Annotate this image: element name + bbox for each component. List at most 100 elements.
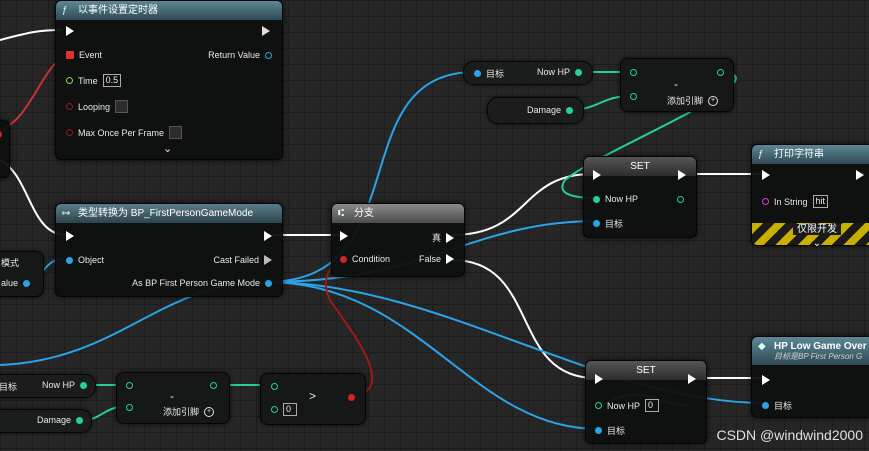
cast-exec-in[interactable]: [66, 231, 74, 241]
watermark: CSDN @windwind2000: [716, 427, 863, 443]
branch-header[interactable]: ⑆ 分支: [332, 204, 464, 223]
print-string-node[interactable]: ƒ 打印字符串 In String hit 仅限开发 ⌄: [751, 144, 869, 249]
condition-pin[interactable]: Condition: [340, 254, 390, 264]
add-pin-button-bottom[interactable]: 添加引脚 +: [163, 405, 215, 418]
print-header[interactable]: ƒ 打印字符串: [752, 145, 869, 164]
get-nowhp-pin[interactable]: Now HP: [537, 67, 582, 77]
hp-low-subtitle: 目标是BP First Person G: [774, 352, 863, 361]
sub-a-pin-icon[interactable]: [630, 69, 637, 76]
get-damage-node[interactable]: Damage: [487, 97, 584, 124]
set-bottom-nowhp-pin[interactable]: Now HP 0: [595, 399, 660, 412]
set-bottom-exec-out[interactable]: [688, 374, 696, 384]
set-timer-header[interactable]: ƒ 以事件设置定时器: [56, 1, 282, 20]
sub-out-pin-icon[interactable]: [210, 382, 217, 389]
condition-label: Condition: [352, 254, 391, 264]
branch-false-pin[interactable]: False: [419, 254, 454, 264]
exec-out-pin[interactable]: [262, 26, 270, 36]
cast-exec-out[interactable]: [264, 231, 272, 241]
set-top-out-icon[interactable]: [677, 196, 684, 203]
return-value-pin-icon: [265, 51, 272, 59]
subtract-symbol: -: [170, 389, 174, 403]
time-pin[interactable]: Time 0.5: [66, 74, 122, 87]
add-pin-button-top[interactable]: 添加引脚 +: [667, 94, 719, 107]
looping-label: Looping: [78, 101, 111, 112]
max-once-pin[interactable]: Max Once Per Frame: [66, 126, 183, 139]
sub-b-pin-icon[interactable]: [126, 404, 133, 411]
compare-b-pin[interactable]: 0: [271, 403, 297, 416]
hp-low-header[interactable]: ◆ HP Low Game Over 目标是BP First Person G: [752, 337, 869, 365]
event-pin[interactable]: Event: [66, 50, 102, 60]
set-nowhp-node-bottom[interactable]: SET Now HP 0 目标: [585, 360, 707, 444]
exec-arrow-icon: [678, 170, 686, 180]
event-label: Event: [79, 50, 103, 60]
time-pin-icon: [66, 77, 73, 84]
set-bottom-nowhp-input[interactable]: 0: [645, 399, 660, 412]
get-target-pin[interactable]: 目标: [474, 67, 504, 80]
left-target-pin[interactable]: 目标: [0, 380, 17, 393]
hp-low-target-pin[interactable]: 目标: [762, 399, 792, 412]
return-value-pin[interactable]: Return Value: [208, 50, 272, 60]
in-string-input[interactable]: hit: [812, 195, 829, 208]
set-bottom-target-icon: [595, 427, 602, 434]
print-title: 打印字符串: [774, 149, 824, 160]
set-top-nowhp-icon: [593, 195, 600, 203]
set-top-target-pin[interactable]: 目标: [593, 217, 623, 230]
expand-chevron-icon[interactable]: ⌄: [813, 238, 821, 249]
print-exec-in[interactable]: [762, 170, 770, 180]
as-game-mode-label: As BP First Person Game Mode: [132, 278, 260, 288]
max-once-checkbox[interactable]: [169, 126, 183, 139]
hp-low-game-over-node[interactable]: ◆ HP Low Game Over 目标是BP First Person G …: [751, 336, 869, 418]
cast-node[interactable]: ↦ 类型转换为 BP_FirstPersonGameMode Object Ca…: [55, 203, 283, 297]
true-label: 真: [431, 233, 441, 243]
as-game-mode-pin[interactable]: As BP First Person Game Mode: [132, 278, 272, 288]
set-nowhp-node-top[interactable]: SET Now HP 目标: [583, 156, 697, 238]
print-exec-out[interactable]: [856, 170, 864, 180]
subtract-node-top[interactable]: - 添加引脚 +: [620, 58, 734, 112]
set-bottom-exec-in[interactable]: [595, 374, 603, 384]
get-nowhp-node[interactable]: 目标 Now HP: [463, 61, 593, 85]
left-damage-node[interactable]: Damage: [0, 409, 92, 433]
get-damage-pin[interactable]: Damage: [527, 105, 573, 115]
set-top-exec-in[interactable]: [593, 170, 601, 180]
set-bottom-target-pin[interactable]: 目标: [595, 424, 625, 437]
branch-title: 分支: [354, 208, 374, 219]
looping-checkbox[interactable]: [115, 100, 129, 113]
set-timer-by-event-node[interactable]: ƒ 以事件设置定时器 Event Return Value Time 0.5 L…: [55, 0, 283, 160]
exec-arrow-icon: [762, 170, 770, 180]
greater-than-node[interactable]: 0 >: [260, 373, 366, 425]
in-string-pin[interactable]: In String hit: [762, 195, 829, 208]
compare-out-pin-icon[interactable]: [348, 394, 355, 401]
sub-b-pin-icon[interactable]: [630, 93, 637, 100]
looping-pin[interactable]: Looping: [66, 100, 129, 113]
set-top-exec-out[interactable]: [678, 170, 686, 180]
left-nowhp-pin[interactable]: Now HP: [42, 380, 87, 390]
left-get-nowhp-node[interactable]: 目标 Now HP: [0, 374, 96, 398]
hp-low-exec-in[interactable]: [762, 375, 770, 385]
hp-low-target-icon: [762, 402, 769, 409]
set-top-nowhp-pin[interactable]: Now HP: [593, 194, 638, 204]
branch-true-pin[interactable]: 真: [432, 231, 454, 244]
time-input[interactable]: 0.5: [102, 74, 122, 87]
function-icon: ƒ: [62, 5, 68, 16]
left-mode-node[interactable]: 模式 alue: [0, 251, 44, 297]
compare-value-input[interactable]: 0: [283, 403, 297, 416]
left-damage-pin[interactable]: Damage: [37, 415, 83, 425]
left-red-stub[interactable]: [0, 120, 10, 178]
value-pin[interactable]: alue: [1, 278, 31, 288]
looping-pin-icon: [66, 103, 73, 110]
exec-wire-false-set: [451, 259, 596, 379]
branch-exec-in[interactable]: [340, 231, 348, 241]
compare-a-pin-icon[interactable]: [271, 383, 278, 390]
sub-a-pin-icon[interactable]: [126, 382, 133, 389]
cast-icon: ↦: [62, 208, 71, 219]
branch-node[interactable]: ⑆ 分支 真 Condition False: [331, 203, 465, 277]
add-circle-icon: +: [204, 406, 215, 417]
sub-out-pin-icon[interactable]: [717, 69, 724, 76]
exec-arrow-icon: [264, 231, 272, 241]
cast-header[interactable]: ↦ 类型转换为 BP_FirstPersonGameMode: [56, 204, 282, 223]
exec-in-pin[interactable]: [66, 26, 74, 36]
cast-failed-pin[interactable]: Cast Failed: [213, 255, 272, 265]
object-pin[interactable]: Object: [66, 255, 104, 265]
expand-chevron-icon[interactable]: ⌄: [163, 142, 172, 155]
subtract-node-bottom[interactable]: - 添加引脚 +: [116, 372, 230, 424]
